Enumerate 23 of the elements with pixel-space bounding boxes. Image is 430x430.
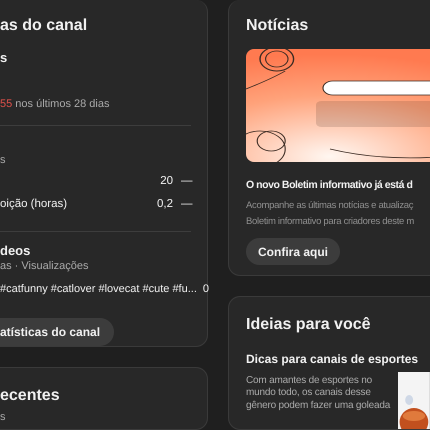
change-indicator: — [181,198,191,210]
card-title: Ideias para você [246,314,372,335]
card-title: ecentes [0,386,61,406]
column-caption: as · Visualizações [0,259,90,273]
video-title[interactable]: #catfunny #catlover #lovecat #cute #fu... [0,282,197,296]
card-title: as do canal [0,16,88,36]
card-subtitle: s [0,410,6,424]
subscriber-label: s [0,50,8,66]
metric-label: oição (horas) [0,198,68,210]
tip-text: Com amantes de esportes no mundo todo, os canais desse gênero podem fazer uma goleada [246,374,390,413]
card-title: Notícias [246,16,310,36]
metric-value: 0,2 [157,198,173,210]
see-here-button[interactable]: Confira aqui [246,238,340,265]
news-headline[interactable]: O novo Boletim informativo já está d [246,178,412,192]
metric-value: 20 [160,174,173,186]
view-count: 0 [202,282,210,296]
news-description: Acompanhe as últimas notícias e atualizaç Boletim informativo para criadores deste m [246,199,414,229]
summary-caption: s [0,153,6,167]
change-indicator: — [181,174,191,186]
channel-stats-button[interactable]: atísticas do canal [0,318,114,346]
section-heading: deos [0,243,32,259]
tip-title: Dicas para canais de esportes [246,352,420,367]
trend-text: 55 nos últimos 28 dias [0,97,110,111]
